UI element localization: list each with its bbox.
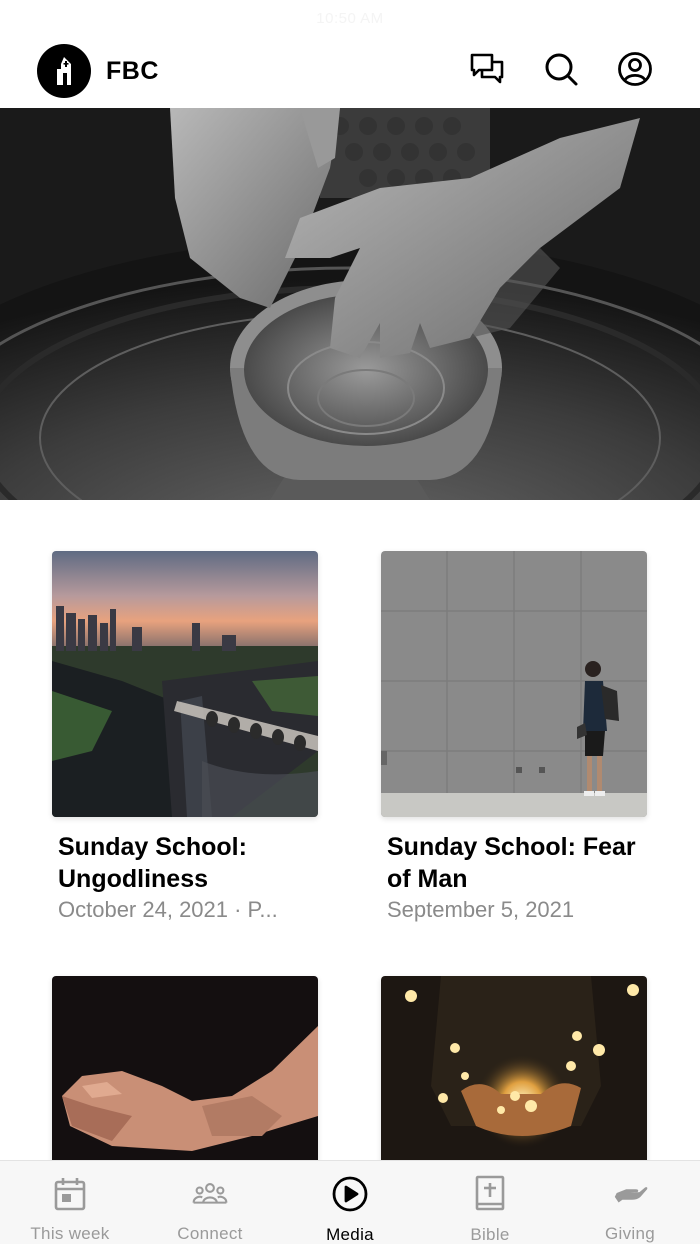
chat-button[interactable]: [468, 52, 506, 90]
tab-label: Connect: [177, 1224, 243, 1243]
media-date: October 24, 2021 · P...: [58, 897, 278, 922]
media-date: September 5, 2021: [387, 897, 575, 922]
church-logo-icon[interactable]: [37, 44, 91, 98]
tab-this-week[interactable]: This week: [0, 1161, 140, 1244]
media-thumbnail: [52, 551, 318, 817]
media-card[interactable]: [381, 976, 647, 1160]
tab-bible[interactable]: Bible: [420, 1161, 560, 1244]
giving-hand-icon: [611, 1175, 649, 1212]
bottom-tab-bar: This week Connect Media Bible Giving: [0, 1160, 700, 1244]
search-icon: [543, 51, 579, 92]
tab-label: Giving: [605, 1224, 655, 1243]
media-title: Sunday School: Fear of Man: [387, 833, 636, 893]
tab-media[interactable]: Media: [280, 1161, 420, 1244]
app-header: FBC: [0, 36, 700, 108]
status-time: 10:50 AM: [316, 9, 384, 27]
tab-label: Bible: [470, 1225, 510, 1244]
media-title: Sunday School: Ungodliness: [58, 833, 247, 893]
account-button[interactable]: [616, 51, 654, 92]
tab-connect[interactable]: Connect: [140, 1161, 280, 1244]
media-card[interactable]: [52, 976, 318, 1160]
people-group-icon: [191, 1175, 229, 1212]
tab-giving[interactable]: Giving: [560, 1161, 700, 1244]
bible-cross-icon: [471, 1175, 509, 1213]
account-circle-icon: [617, 51, 653, 92]
play-circle-icon: [331, 1175, 369, 1213]
app-title: FBC: [106, 57, 159, 85]
media-card[interactable]: Sunday School: Fear of Man September 5, …: [381, 551, 647, 923]
chat-bubbles-icon: [469, 52, 505, 91]
media-thumbnail: [381, 551, 647, 817]
calendar-icon: [51, 1175, 89, 1212]
tab-label: Media: [326, 1225, 374, 1244]
tab-label: This week: [30, 1224, 110, 1243]
hero-banner-image[interactable]: [0, 108, 700, 500]
media-card[interactable]: Sunday School: Ungodliness October 24, 2…: [52, 551, 318, 923]
media-thumbnail: [52, 976, 318, 1160]
media-grid: Sunday School: Ungodliness October 24, 2…: [0, 500, 700, 1160]
status-bar: 10:50 AM: [0, 0, 700, 36]
media-thumbnail: [381, 976, 647, 1160]
search-button[interactable]: [542, 52, 580, 90]
